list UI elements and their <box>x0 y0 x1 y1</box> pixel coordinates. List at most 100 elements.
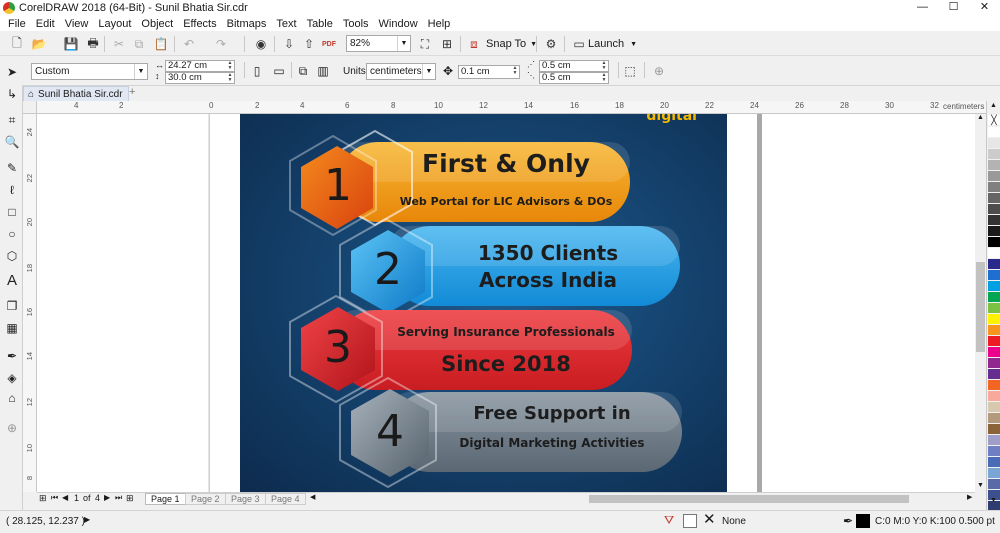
scroll-right-icon[interactable]: ▶ <box>967 493 972 501</box>
menu-layout[interactable]: Layout <box>93 18 136 30</box>
home-icon[interactable]: ⌂ <box>28 89 34 100</box>
first-page-icon[interactable]: ⏮ <box>51 493 58 503</box>
color-swatch[interactable] <box>988 435 1000 446</box>
transparency-tool-icon[interactable]: ▦ <box>3 319 21 337</box>
color-swatch[interactable] <box>988 347 1000 358</box>
no-color-swatch[interactable]: ╳ <box>988 115 1000 126</box>
menu-tools[interactable]: Tools <box>338 18 374 30</box>
maximize-button[interactable]: ☐ <box>938 0 969 16</box>
polygon-tool-icon[interactable]: ⬡ <box>3 247 21 265</box>
scroll-thumb[interactable] <box>976 262 985 352</box>
vertical-ruler[interactable]: 24 22 20 18 16 14 12 10 8 <box>23 114 37 492</box>
vertical-scrollbar[interactable]: ▲ ▼ <box>975 114 986 492</box>
all-pages-icon[interactable]: ⧉ <box>294 62 312 80</box>
poster[interactable]: digital 1 2 3 4 First & Only Web Portal … <box>240 114 727 492</box>
ellipse-tool-icon[interactable]: ○ <box>3 225 21 243</box>
fill-swatch-icon[interactable] <box>683 514 697 528</box>
horizontal-scroll-thumb[interactable] <box>589 495 909 503</box>
zoom-level-combo[interactable]: 82% ▼ <box>346 35 411 52</box>
add-page-icon[interactable]: ⊞ <box>126 493 134 504</box>
rectangle-tool-icon[interactable]: □ <box>3 203 21 221</box>
units-combo[interactable]: centimeters ▼ <box>366 63 436 80</box>
cut-icon[interactable]: ✂ <box>110 36 128 52</box>
palette-scroll-up-icon[interactable]: ▲ <box>990 102 997 109</box>
tab-page-4[interactable]: Page 4 <box>265 493 306 505</box>
color-swatch[interactable] <box>988 336 1000 347</box>
page-border-icon[interactable]: ⬚ <box>621 62 639 80</box>
close-button[interactable]: ✕ <box>969 0 1000 16</box>
export-icon[interactable]: ⇧ <box>300 36 318 52</box>
ruler-corner[interactable] <box>23 101 37 114</box>
tab-page-3[interactable]: Page 3 <box>225 493 266 505</box>
color-swatch[interactable] <box>988 193 1000 204</box>
zoom-tool-icon[interactable]: 🔍 <box>3 133 21 151</box>
menu-file[interactable]: File <box>3 18 31 30</box>
color-swatch[interactable] <box>988 270 1000 281</box>
color-swatch[interactable] <box>988 391 1000 402</box>
text-tool-icon[interactable]: A <box>3 271 21 289</box>
color-swatch[interactable] <box>988 160 1000 171</box>
color-swatch[interactable] <box>988 424 1000 435</box>
add-icon[interactable]: ⊕ <box>650 62 668 80</box>
color-swatch[interactable] <box>988 182 1000 193</box>
chevron-right-icon[interactable]: ▶ <box>84 515 90 524</box>
color-swatch[interactable] <box>988 358 1000 369</box>
color-swatch[interactable] <box>988 325 1000 336</box>
horizontal-ruler[interactable]: 4 2 0 2 4 6 8 10 12 14 16 18 20 22 24 26… <box>37 101 986 114</box>
redo-icon[interactable]: ↷ <box>212 36 230 52</box>
color-swatch[interactable] <box>988 226 1000 237</box>
copy-icon[interactable]: ⧉ <box>130 36 148 52</box>
color-swatch[interactable] <box>988 402 1000 413</box>
color-swatch[interactable] <box>988 259 1000 270</box>
color-swatch[interactable] <box>988 468 1000 479</box>
page-height-field[interactable]: 30.0 cm ▲ ▼ <box>165 72 235 84</box>
color-swatch[interactable] <box>988 127 1000 138</box>
color-swatch[interactable] <box>988 237 1000 248</box>
minimize-button[interactable]: — <box>907 0 938 16</box>
scroll-left-icon[interactable]: ◀ <box>310 493 315 501</box>
shape-tool-icon[interactable]: ↳ <box>3 85 21 103</box>
color-swatch[interactable] <box>988 369 1000 380</box>
menu-view[interactable]: View <box>60 18 94 30</box>
color-swatch[interactable] <box>988 479 1000 490</box>
snap-icon[interactable]: ⧈ <box>465 36 483 52</box>
scroll-up-icon[interactable]: ▲ <box>977 114 984 121</box>
color-swatch[interactable] <box>988 303 1000 314</box>
new-tab-icon[interactable]: + <box>129 86 135 98</box>
drawing-canvas[interactable]: digital 1 2 3 4 First & Only Web Portal … <box>37 114 975 492</box>
color-swatch[interactable] <box>988 380 1000 391</box>
menu-table[interactable]: Table <box>302 18 338 30</box>
eyedropper-icon[interactable]: ✒ <box>3 347 21 365</box>
menu-effects[interactable]: Effects <box>178 18 221 30</box>
add-tool-icon[interactable]: ⊕ <box>3 419 21 437</box>
paste-icon[interactable]: 📋 <box>152 36 170 52</box>
save-icon[interactable]: 💾 <box>62 36 80 52</box>
crop-tool-icon[interactable]: ⌗ <box>3 111 21 129</box>
next-page-icon[interactable]: ▶ <box>104 493 110 502</box>
portrait-icon[interactable]: ▯ <box>248 62 266 80</box>
last-page-icon[interactable]: ⏭ <box>115 493 122 503</box>
tab-page-1[interactable]: Page 1 <box>145 493 186 505</box>
tab-page-2[interactable]: Page 2 <box>185 493 226 505</box>
menu-object[interactable]: Object <box>136 18 178 30</box>
shadow-tool-icon[interactable]: ❐ <box>3 297 21 315</box>
menu-text[interactable]: Text <box>271 18 301 30</box>
launch-dropdown[interactable]: ▭ Launch ▼ <box>570 35 637 53</box>
landscape-icon[interactable]: ▭ <box>270 62 288 80</box>
scroll-down-icon[interactable]: ▼ <box>977 482 984 489</box>
color-swatch[interactable] <box>988 138 1000 149</box>
artistic-media-icon[interactable]: ℓ <box>3 181 21 199</box>
freehand-tool-icon[interactable]: ✎ <box>3 159 21 177</box>
rulers-icon[interactable]: ⊞ <box>438 36 456 52</box>
full-screen-icon[interactable]: ⛶ <box>416 36 434 52</box>
print-icon[interactable]: 🖶 <box>84 36 102 52</box>
outline-pen-icon[interactable]: ✒ <box>843 514 853 528</box>
prev-page-icon[interactable]: ◀ <box>62 493 68 502</box>
outline-swatch-icon[interactable] <box>856 514 870 528</box>
color-swatch[interactable] <box>988 457 1000 468</box>
import-icon[interactable]: ⇩ <box>280 36 298 52</box>
color-swatch[interactable] <box>988 292 1000 303</box>
current-page-icon[interactable]: ▥ <box>314 62 332 80</box>
duplicate-x-field[interactable]: 0.5 cm ▲ ▼ <box>539 60 609 72</box>
fill-tool-icon[interactable]: ⛛ <box>664 513 674 528</box>
